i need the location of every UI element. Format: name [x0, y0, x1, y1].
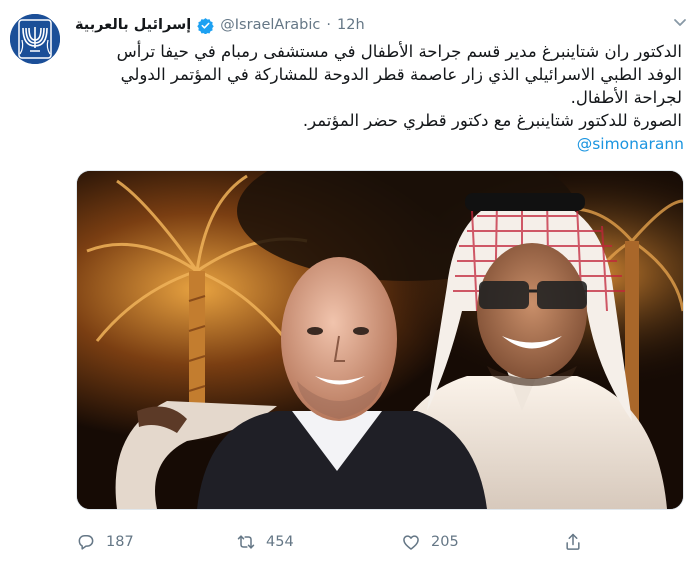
retweet-count: 454: [266, 534, 294, 550]
chevron-down-icon[interactable]: [672, 14, 688, 30]
account-name[interactable]: إسرائيل بالعربية: [75, 17, 191, 33]
retweet-icon: [237, 535, 255, 549]
retweet-button[interactable]: 454: [236, 532, 294, 552]
tweet-text-line: لجراحة الأطفال.: [570, 88, 682, 107]
share-button[interactable]: [563, 532, 583, 552]
reply-icon: [78, 535, 94, 550]
tweet-text: الدكتور ران شتاينبرغ مدير قسم جراحة الأط…: [76, 40, 682, 132]
reply-count: 187: [106, 534, 134, 550]
reply-button[interactable]: 187: [76, 532, 134, 552]
tweet-photo[interactable]: [76, 170, 684, 510]
menorah-emblem-icon: [10, 14, 60, 64]
tweet-timestamp[interactable]: 12h: [337, 17, 365, 33]
account-handle[interactable]: @IsraelArabic: [220, 17, 320, 33]
mention-link[interactable]: @simonarann: [577, 135, 684, 153]
tweet-text-line: الدكتور ران شتاينبرغ مدير قسم جراحة الأط…: [116, 42, 682, 61]
tweet-card[interactable]: إسرائيل بالعربية @IsraelArabic · 12h الد…: [0, 0, 700, 570]
tweet-actions: 187 454 205: [76, 530, 596, 554]
heart-icon: [403, 535, 419, 550]
tweet-text-line: الصورة للدكتور شتاينبرغ مع دكتور قطري حض…: [302, 111, 682, 130]
tweet-text-line: الوفد الطبي الاسرائيلي الذي زار عاصمة قط…: [120, 65, 682, 84]
photo-scene: [77, 171, 683, 509]
header-separator: ·: [326, 17, 331, 33]
share-icon: [566, 533, 580, 550]
tweet-header: إسرائيل بالعربية @IsraelArabic · 12h: [75, 14, 365, 36]
like-button[interactable]: 205: [401, 532, 459, 552]
like-count: 205: [431, 534, 459, 550]
profile-avatar[interactable]: [10, 14, 60, 64]
verified-badge-icon: [197, 17, 214, 34]
